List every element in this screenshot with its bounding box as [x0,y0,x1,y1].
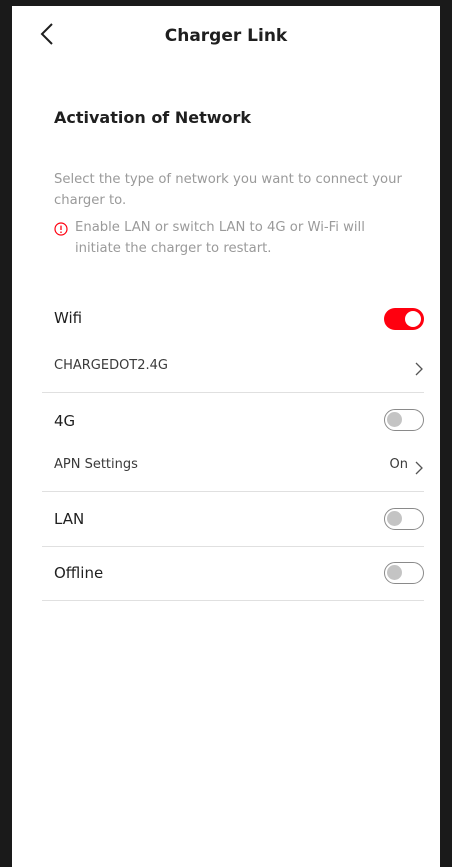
wifi-row: Wifi [54,306,424,332]
offline-toggle[interactable] [384,562,424,584]
toggle-knob [387,511,402,526]
apn-settings-value: On [389,457,408,472]
toggle-knob [387,565,402,580]
section-description: Select the type of network you want to c… [54,172,402,208]
offline-row: Offline [54,561,424,587]
divider [42,491,424,492]
chevron-right-icon [414,460,424,475]
divider [42,546,424,547]
lan-label: LAN [54,510,85,528]
warning-icon [54,222,68,236]
divider [42,600,424,601]
chevron-right-icon [414,361,424,376]
header: Charger Link [12,6,440,66]
offline-label: Offline [54,564,104,582]
lan-row: LAN [54,507,424,533]
restart-warning: Enable LAN or switch LAN to 4G or Wi-Fi … [54,217,414,259]
wifi-ssid: CHARGEDOT2.4G [54,358,168,373]
apn-settings-row[interactable]: APN Settings On [54,454,424,476]
apn-settings-label: APN Settings [54,457,138,472]
wifi-label: Wifi [54,309,83,327]
lan-toggle[interactable] [384,508,424,530]
page-title: Charger Link [164,26,288,46]
warning-text: Enable LAN or switch LAN to 4G or Wi-Fi … [75,220,365,256]
wifi-network-row[interactable]: CHARGEDOT2.4G [54,356,424,378]
section-title: Activation of Network [54,108,252,127]
toggle-knob [405,311,421,327]
divider [42,392,424,393]
wifi-toggle[interactable] [384,308,424,330]
cellular-toggle[interactable] [384,409,424,431]
cellular-label: 4G [54,412,76,430]
cellular-row: 4G [54,409,424,435]
app-screen: Charger Link Activation of Network Selec… [12,6,440,867]
toggle-knob [387,412,402,427]
